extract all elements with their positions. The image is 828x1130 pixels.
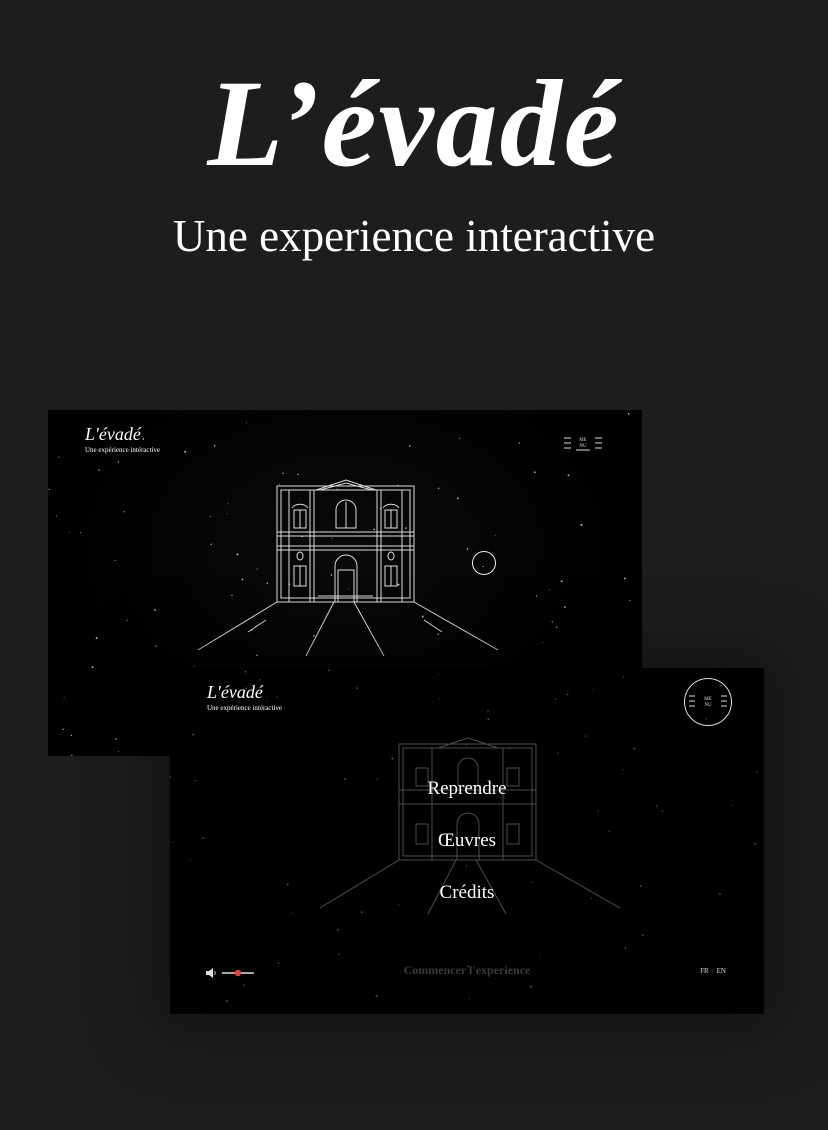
start-experience-button[interactable]: Commencer l'experience [170,963,764,978]
menu-item-oeuvres[interactable]: Œuvres [170,830,764,852]
showcase-page: L’évadé Une experience interactive L'éva… [0,0,828,1130]
brand-subtitle: Une expérience intéractive [207,704,283,712]
menu-lines-icon: ME NU [689,695,727,708]
language-switcher: FR / EN [700,967,726,975]
hero-subtitle: Une experience interactive [172,211,656,261]
lang-separator: / [711,967,714,975]
menu-item-reprendre[interactable]: Reprendre [170,778,764,800]
svg-text:NU: NU [704,703,712,708]
svg-text:ME: ME [704,697,712,702]
hero-title: L’évadé [207,55,621,192]
lang-fr-link[interactable]: FR [700,967,709,975]
menu-item-credits[interactable]: Crédits [170,882,764,904]
brand-logo[interactable]: L'évadé Une expérience intéractive [207,683,282,712]
menu-close-button[interactable]: ME NU [684,678,732,726]
cursor-ring [472,551,496,575]
screenshot-menu: L'évadé Une expérience intéractive ME NU… [170,668,764,1014]
brand-title: L'évadé [207,682,263,702]
lang-en-link[interactable]: EN [717,967,726,975]
